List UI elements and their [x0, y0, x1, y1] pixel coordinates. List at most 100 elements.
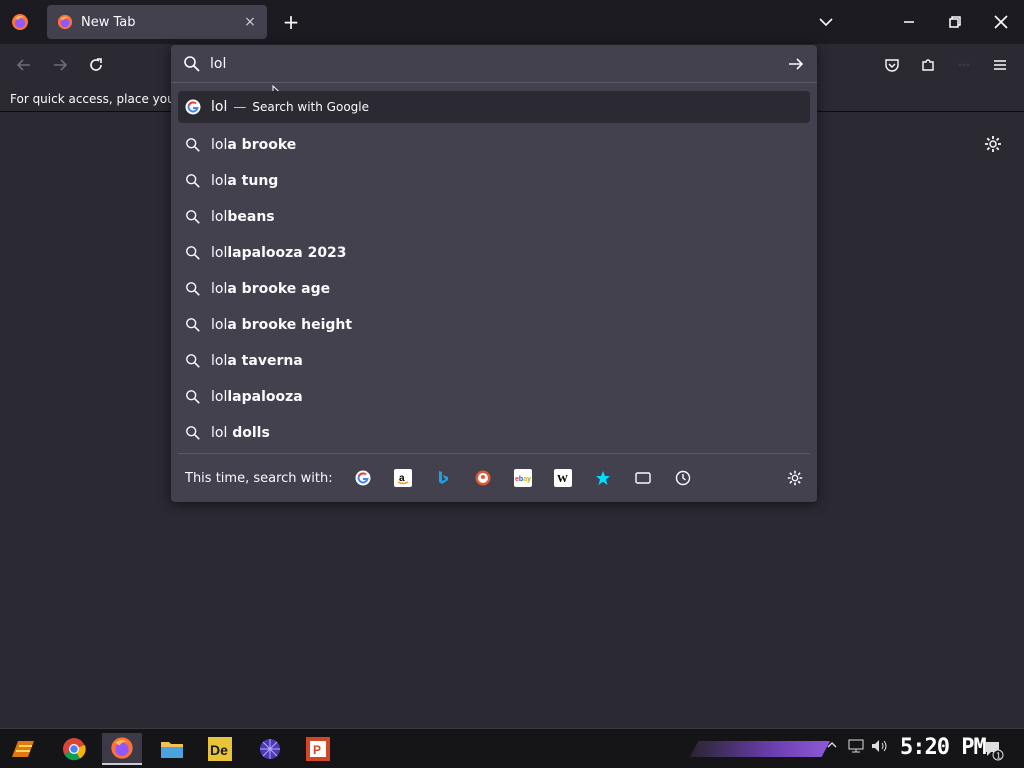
volume-button[interactable]	[871, 739, 889, 757]
google-icon	[185, 99, 201, 115]
close-window-button[interactable]	[978, 0, 1024, 44]
back-button[interactable]	[12, 53, 36, 77]
amazon-icon[interactable]: a	[394, 469, 412, 487]
search-settings-button[interactable]	[786, 469, 804, 487]
firefox-view-button[interactable]	[8, 10, 32, 34]
go-arrow-icon[interactable]	[787, 55, 805, 73]
history-icon[interactable]	[674, 469, 692, 487]
taskbar-app-globe[interactable]	[250, 733, 290, 765]
urlbar-dropdown: lol lol — Search with Google lol a brooke…	[171, 45, 817, 502]
app-menu-button[interactable]	[988, 53, 1012, 77]
ebay-icon[interactable]: ebay	[514, 469, 532, 487]
suggestion-completion: a tung	[227, 173, 279, 189]
suggestion-row[interactable]: lol a brooke height	[178, 307, 810, 343]
svg-text:ebay: ebay	[515, 476, 531, 483]
suggestion-typed: lol	[211, 137, 228, 153]
tab-close-button[interactable]: ×	[241, 13, 259, 31]
puzzle-icon	[922, 59, 934, 71]
search-with-google-result[interactable]: lol — Search with Google	[178, 91, 810, 123]
minimize-icon	[904, 21, 914, 23]
restore-button[interactable]	[932, 0, 978, 44]
one-off-search-buttons: This time, search with: a ebay W	[178, 453, 810, 502]
minimize-button[interactable]	[886, 0, 932, 44]
suggestion-typed: lol	[211, 173, 228, 189]
network-icon	[848, 739, 864, 753]
one-off-label: This time, search with:	[185, 471, 333, 486]
suggestion-typed: lol	[211, 317, 228, 333]
suggestion-row[interactable]: lol a tung	[178, 163, 810, 199]
search-icon	[185, 173, 201, 189]
search-icon	[185, 389, 201, 405]
taskbar-clock[interactable]: 5:20 PM	[900, 735, 987, 760]
reload-icon	[90, 58, 102, 71]
search-icon	[185, 209, 201, 225]
tab-new-tab[interactable]: New Tab ×	[47, 5, 267, 39]
suggestion-row[interactable]: lol a taverna	[178, 343, 810, 379]
suggestion-row[interactable]: lol lapalooza	[178, 379, 810, 415]
suggestion-typed: lol	[211, 245, 228, 261]
search-icon	[185, 137, 201, 153]
suggestion-typed: lol	[211, 389, 228, 405]
suggestion-list: lol — Search with Google lol a brooke lol a…	[178, 91, 810, 451]
taskbar-app-de[interactable]: De	[200, 733, 240, 765]
reload-button[interactable]	[84, 53, 108, 77]
chrome-icon	[63, 738, 86, 761]
suggestion-row[interactable]: lol lapalooza 2023	[178, 235, 810, 271]
network-button[interactable]	[848, 739, 864, 757]
suggestion-completion: dolls	[227, 425, 270, 441]
google-icon[interactable]	[354, 469, 372, 487]
de-app-icon: De	[208, 737, 232, 761]
result-separator: —	[233, 99, 247, 115]
new-tab-settings-button[interactable]	[983, 134, 1003, 154]
extensions-button[interactable]	[916, 53, 940, 77]
svg-text:De: De	[210, 742, 228, 758]
duckduckgo-icon[interactable]	[474, 469, 492, 487]
suggestion-row[interactable]: lol a brooke	[178, 127, 810, 163]
arrow-left-icon	[16, 59, 30, 71]
suggestion-row[interactable]: lol beans	[178, 199, 810, 235]
notification-center-button[interactable]: 1	[983, 739, 1004, 761]
new-tab-button[interactable]: +	[280, 10, 302, 34]
suggestion-completion: a brooke height	[227, 317, 353, 333]
suggestion-completion: a brooke age	[227, 281, 331, 297]
restore-icon	[949, 16, 961, 28]
tab-title: New Tab	[81, 14, 136, 30]
urlbar-value[interactable]: lol	[210, 56, 226, 72]
svg-text:1: 1	[996, 752, 1001, 761]
taskbar-file-explorer[interactable]	[152, 733, 192, 765]
list-all-tabs-button[interactable]	[816, 12, 836, 32]
search-icon	[184, 56, 200, 72]
wikipedia-icon[interactable]: W	[554, 469, 572, 487]
show-hidden-icons-button[interactable]	[826, 739, 838, 755]
chevron-down-icon	[819, 18, 833, 27]
tab-strip: New Tab × +	[0, 0, 1024, 44]
bookmarks-icon[interactable]	[594, 469, 612, 487]
suggestion-typed: lol	[211, 425, 228, 441]
chevron-up-icon	[827, 742, 837, 748]
suggestion-row[interactable]: lol a brooke age	[178, 271, 810, 307]
search-icon	[185, 425, 201, 441]
bookmarks-hint: For quick access, place your b	[10, 92, 192, 106]
search-icon	[185, 245, 201, 261]
search-icon	[185, 317, 201, 333]
forward-button[interactable]	[48, 53, 72, 77]
taskbar-chrome[interactable]	[54, 733, 94, 765]
suggestion-row[interactable]: lol dolls	[178, 415, 810, 451]
taskbar-firefox[interactable]	[102, 733, 142, 765]
suggestion-completion: a brooke	[227, 137, 297, 153]
notification-icon: 1	[985, 742, 1004, 761]
pocket-button[interactable]	[880, 53, 904, 77]
bing-icon[interactable]	[434, 469, 452, 487]
svg-text:W: W	[557, 473, 568, 485]
search-icon	[185, 281, 201, 297]
firefox-icon	[111, 737, 133, 759]
start-button[interactable]	[4, 733, 44, 765]
suggestion-typed: lol	[211, 353, 228, 369]
account-button[interactable]	[952, 53, 976, 77]
gear-icon	[787, 470, 803, 486]
suggestion-typed: lol	[211, 281, 228, 297]
decorative-bar	[690, 741, 830, 757]
taskbar-powerpoint[interactable]: P	[298, 733, 338, 765]
urlbar-input[interactable]: lol	[171, 45, 817, 83]
tabs-icon[interactable]	[634, 469, 652, 487]
